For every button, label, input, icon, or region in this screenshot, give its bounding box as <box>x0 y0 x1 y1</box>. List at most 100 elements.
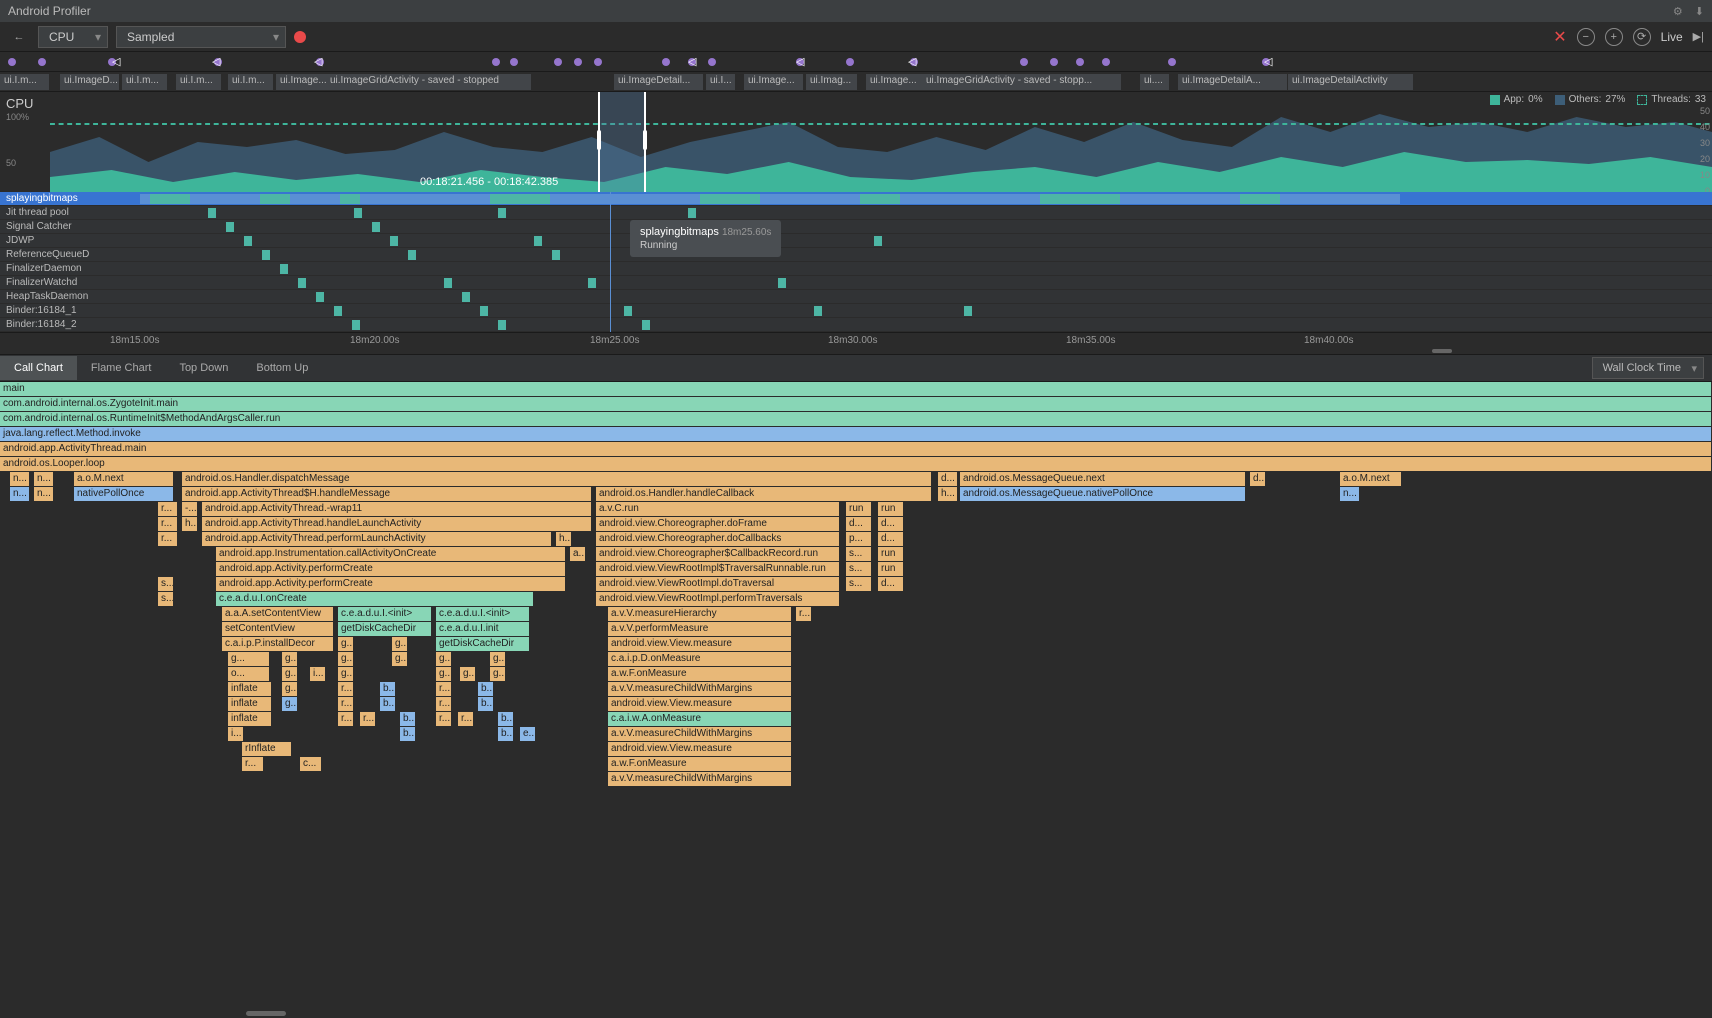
call-frame[interactable]: g... <box>282 667 298 681</box>
call-frame[interactable]: com.android.internal.os.RuntimeInit$Meth… <box>0 412 1712 426</box>
call-frame[interactable]: g... <box>282 682 298 696</box>
call-frame[interactable]: d... <box>846 517 872 531</box>
download-icon[interactable]: ⬇ <box>1695 5 1704 18</box>
selection-handle-left[interactable] <box>597 130 601 150</box>
call-frame[interactable]: s... <box>846 547 872 561</box>
call-frame[interactable]: c.e.a.d.u.I.<init> <box>436 607 530 621</box>
cpu-selection-range[interactable] <box>598 92 646 192</box>
call-frame[interactable]: b... <box>380 697 396 711</box>
call-frame[interactable]: c.a.i.w.A.onMeasure <box>608 712 792 726</box>
call-frame[interactable]: g... <box>338 652 354 666</box>
mini-scrollbar[interactable] <box>1432 349 1452 353</box>
call-frame[interactable]: c... <box>300 757 322 771</box>
call-frame[interactable]: s... <box>158 577 174 591</box>
activity-segment[interactable]: ui.I.m... <box>176 74 222 90</box>
activity-segment[interactable]: ui.Image... <box>744 74 804 90</box>
call-frame[interactable]: android.view.ViewRootImpl$TraversalRunna… <box>596 562 840 576</box>
call-chart[interactable]: maincom.android.internal.os.ZygoteInit.m… <box>0 382 1712 1018</box>
call-frame[interactable]: g... <box>392 652 408 666</box>
sampling-dropdown[interactable]: Sampled <box>116 26 286 48</box>
call-frame[interactable]: r... <box>158 532 178 546</box>
call-frame[interactable]: e... <box>520 727 536 741</box>
call-frame[interactable]: r... <box>338 712 354 726</box>
call-frame[interactable]: b... <box>380 682 396 696</box>
call-frame[interactable]: run <box>878 502 904 516</box>
time-ruler[interactable]: 18m15.00s18m20.00s18m25.00s18m30.00s18m3… <box>0 332 1712 354</box>
call-frame[interactable]: inflate <box>228 697 272 711</box>
thread-row[interactable]: FinalizerDaemon <box>0 262 1712 276</box>
thread-row[interactable]: Signal Catcher <box>0 220 1712 234</box>
thread-row[interactable]: Jit thread pool <box>0 206 1712 220</box>
call-frame[interactable]: getDiskCacheDir <box>436 637 530 651</box>
call-frame[interactable]: android.view.View.measure <box>608 637 792 651</box>
call-frame[interactable]: a... <box>570 547 586 561</box>
activity-segment[interactable]: ui.I.m... <box>0 74 50 90</box>
call-frame[interactable]: g... <box>436 667 452 681</box>
call-frame[interactable]: d... <box>1250 472 1266 486</box>
call-frame[interactable]: android.view.View.measure <box>608 742 792 756</box>
call-frame[interactable]: g... <box>392 637 408 651</box>
call-frame[interactable]: n... <box>34 487 54 501</box>
call-frame[interactable]: android.app.ActivityThread.handleLaunchA… <box>202 517 592 531</box>
gear-icon[interactable]: ⚙ <box>1673 5 1683 18</box>
call-frame[interactable]: g... <box>228 652 270 666</box>
call-frame[interactable]: run <box>878 562 904 576</box>
thread-row[interactable]: splayingbitmaps <box>0 192 1712 206</box>
call-frame[interactable]: r... <box>158 517 178 531</box>
tab-top-down[interactable]: Top Down <box>165 356 242 380</box>
call-frame[interactable]: d... <box>878 517 904 531</box>
thread-row[interactable]: HeapTaskDaemon <box>0 290 1712 304</box>
call-frame[interactable]: b... <box>400 712 416 726</box>
activity-segment[interactable]: ui.ImageDetailA... <box>1178 74 1288 90</box>
call-frame[interactable]: c.e.a.d.u.I.onCreate <box>216 592 534 606</box>
call-frame[interactable]: a.v.C.run <box>596 502 840 516</box>
call-frame[interactable]: android.app.ActivityThread$H.handleMessa… <box>182 487 592 501</box>
call-frame[interactable]: b... <box>478 697 494 711</box>
call-frame[interactable]: a.v.V.measureChildWithMargins <box>608 772 792 786</box>
call-frame[interactable]: android.app.ActivityThread.main <box>0 442 1712 456</box>
call-frame[interactable]: a.v.V.measureChildWithMargins <box>608 682 792 696</box>
call-frame[interactable]: g... <box>338 637 354 651</box>
close-icon[interactable]: ✕ <box>1553 27 1566 47</box>
call-frame[interactable]: a.v.V.performMeasure <box>608 622 792 636</box>
call-frame[interactable]: g... <box>436 652 452 666</box>
call-frame[interactable]: android.app.Activity.performCreate <box>216 562 566 576</box>
record-button[interactable] <box>294 31 306 43</box>
call-frame[interactable]: g... <box>338 667 354 681</box>
call-frame[interactable]: d... <box>878 577 904 591</box>
thread-row[interactable]: Binder:16184_2 <box>0 318 1712 332</box>
profiler-dropdown[interactable]: CPU <box>38 26 108 48</box>
call-frame[interactable]: r... <box>242 757 264 771</box>
call-frame[interactable]: a.v.V.measureChildWithMargins <box>608 727 792 741</box>
call-frame[interactable]: c.e.a.d.u.I.<init> <box>338 607 432 621</box>
call-frame[interactable]: a.o.M.next <box>74 472 174 486</box>
call-frame[interactable]: a.w.F.onMeasure <box>608 757 792 771</box>
call-frame[interactable]: o... <box>228 667 270 681</box>
call-frame[interactable]: n... <box>10 472 30 486</box>
call-frame[interactable]: inflate <box>228 682 272 696</box>
call-frame[interactable]: run <box>878 547 904 561</box>
call-frame[interactable]: android.os.Handler.dispatchMessage <box>182 472 932 486</box>
tab-flame-chart[interactable]: Flame Chart <box>77 356 166 380</box>
call-frame[interactable]: run <box>846 502 872 516</box>
call-frame[interactable]: a.v.V.measureHierarchy <box>608 607 792 621</box>
call-frame[interactable]: c.a.i.p.P.installDecor <box>222 637 334 651</box>
call-frame[interactable]: inflate <box>228 712 272 726</box>
call-frame[interactable]: r... <box>436 712 452 726</box>
call-frame[interactable]: java.lang.reflect.Method.invoke <box>0 427 1712 441</box>
call-frame[interactable]: g... <box>460 667 476 681</box>
call-frame[interactable]: android.app.ActivityThread.-wrap11 <box>202 502 592 516</box>
call-frame[interactable]: nativePollOnce <box>74 487 174 501</box>
activity-segment[interactable]: ui.Imag... <box>806 74 858 90</box>
tab-bottom-up[interactable]: Bottom Up <box>242 356 322 380</box>
call-frame[interactable]: g... <box>490 652 506 666</box>
activity-segment[interactable]: ui.ImageGridActivity - saved - stopp... <box>922 74 1122 90</box>
call-frame[interactable]: r... <box>338 682 354 696</box>
call-frame[interactable]: b... <box>400 727 416 741</box>
call-frame[interactable]: android.view.View.measure <box>608 697 792 711</box>
call-frame[interactable]: i... <box>228 727 244 741</box>
call-frame[interactable]: h... <box>938 487 958 501</box>
activity-segment[interactable]: ui.ImageD... <box>60 74 120 90</box>
call-frame[interactable]: d... <box>938 472 958 486</box>
call-frame[interactable]: b... <box>498 727 514 741</box>
